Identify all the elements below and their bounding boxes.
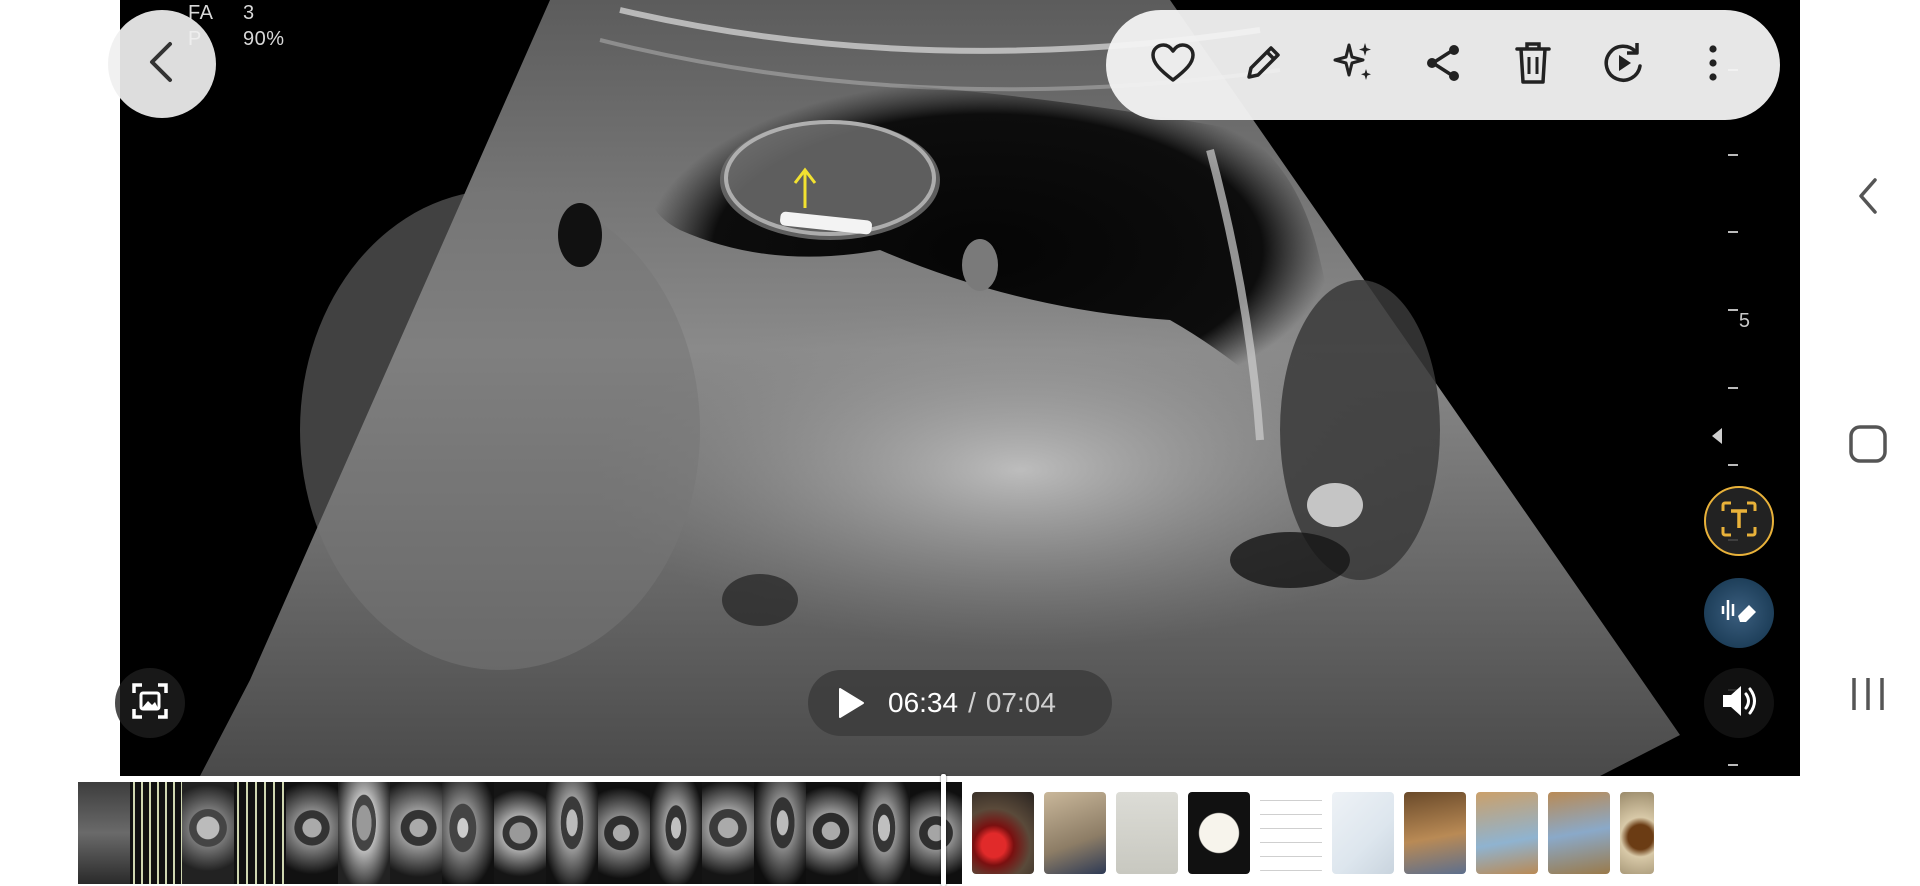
recents-icon <box>1848 674 1888 719</box>
video-frame-strip[interactable] <box>78 782 962 884</box>
share-icon <box>1421 41 1465 90</box>
film-frame <box>234 782 286 884</box>
film-frame <box>286 782 338 884</box>
film-frame <box>494 782 546 884</box>
home-icon <box>1848 424 1888 469</box>
enhance-button[interactable] <box>1321 33 1385 97</box>
film-frame <box>130 782 182 884</box>
gallery-thumbnail[interactable] <box>1404 792 1466 874</box>
volume-button[interactable] <box>1704 668 1774 738</box>
film-frame <box>78 782 130 884</box>
chevron-left-icon <box>142 38 182 91</box>
capture-frame-icon <box>130 681 170 726</box>
more-options-button[interactable] <box>1681 33 1745 97</box>
gallery-thumbnail[interactable] <box>1260 792 1322 874</box>
replay-button[interactable] <box>1591 33 1655 97</box>
gallery-thumbnails <box>972 792 1664 874</box>
heart-icon <box>1150 42 1196 89</box>
top-toolbar <box>1106 10 1780 120</box>
film-frame <box>546 782 598 884</box>
scrubber-playhead[interactable] <box>941 774 946 886</box>
speaker-icon <box>1718 680 1760 727</box>
overlay-p-value: 90% <box>243 28 285 50</box>
audio-eraser-icon <box>1718 590 1760 637</box>
gallery-thumbnail[interactable] <box>972 792 1034 874</box>
total-time: 07:04 <box>985 687 1056 718</box>
film-frame <box>806 782 858 884</box>
film-frame <box>442 782 494 884</box>
film-frame <box>650 782 702 884</box>
back-icon <box>1853 176 1883 221</box>
trash-icon <box>1513 40 1553 91</box>
capture-frame-button[interactable] <box>115 668 185 738</box>
film-frame <box>910 782 962 884</box>
playback-controls: 06:34 / 07:04 <box>808 670 1112 736</box>
film-frame <box>390 782 442 884</box>
gallery-thumbnail[interactable] <box>1332 792 1394 874</box>
play-button[interactable] <box>836 686 866 720</box>
gallery-thumbnail[interactable] <box>1620 792 1654 874</box>
sparkle-icon <box>1329 39 1377 92</box>
replay-icon <box>1600 40 1646 91</box>
text-recognition-button[interactable] <box>1704 486 1774 556</box>
share-button[interactable] <box>1411 33 1475 97</box>
gallery-video-viewer: FA 3 P 90% 5 <box>0 0 1920 886</box>
more-vertical-icon <box>1707 43 1719 88</box>
current-time: 06:34 <box>888 687 959 718</box>
text-recognition-icon <box>1719 499 1759 544</box>
gallery-thumbnail[interactable] <box>1044 792 1106 874</box>
gallery-thumbnail[interactable] <box>1548 792 1610 874</box>
film-frame <box>754 782 806 884</box>
depth-scale-mark: 5 <box>1738 310 1750 332</box>
system-home-button[interactable] <box>1838 416 1898 476</box>
film-frame <box>702 782 754 884</box>
system-back-button[interactable] <box>1838 168 1898 228</box>
audio-eraser-button[interactable] <box>1704 578 1774 648</box>
film-frame <box>858 782 910 884</box>
back-button[interactable] <box>108 10 216 118</box>
pencil-icon <box>1241 41 1285 90</box>
film-frame <box>338 782 390 884</box>
gallery-thumbnail[interactable] <box>1476 792 1538 874</box>
gallery-thumbnail[interactable] <box>1116 792 1178 874</box>
gallery-thumbnail[interactable] <box>1188 792 1250 874</box>
time-separator: / <box>968 687 976 718</box>
delete-button[interactable] <box>1501 33 1565 97</box>
edit-button[interactable] <box>1231 33 1295 97</box>
film-frame <box>598 782 650 884</box>
favorite-button[interactable] <box>1141 33 1205 97</box>
overlay-fa-value: 3 <box>243 2 255 24</box>
system-recents-button[interactable] <box>1838 666 1898 726</box>
play-icon <box>839 688 864 718</box>
system-navigation-bar <box>1816 0 1920 886</box>
film-frame <box>182 782 234 884</box>
